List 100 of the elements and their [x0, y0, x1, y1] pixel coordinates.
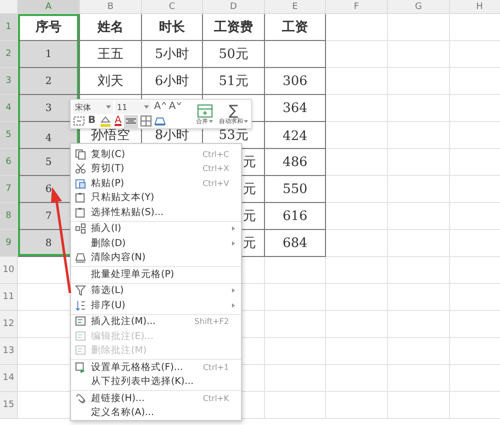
border-icon[interactable] — [140, 115, 152, 127]
table-cell — [326, 257, 388, 284]
row-header[interactable]: 3 — [0, 68, 18, 95]
merge-cells-icon — [196, 104, 212, 118]
column-header[interactable]: B — [80, 0, 142, 14]
menu-item[interactable]: 设置单元格格式(F)... Ctrl+1 — [71, 359, 241, 374]
sum-icon: ∑ — [228, 104, 238, 118]
row-header[interactable]: 13 — [0, 338, 18, 365]
row-header[interactable]: 4 — [0, 95, 18, 122]
table-cell: 616 — [265, 203, 326, 230]
fill-color-icon[interactable] — [98, 115, 112, 127]
table-cell — [388, 311, 450, 338]
table-cell — [265, 392, 326, 419]
submenu-arrow-icon — [232, 302, 235, 308]
table-cell — [388, 68, 450, 95]
comment-icon — [75, 330, 86, 342]
table-cell — [388, 338, 450, 365]
row-header[interactable]: 14 — [0, 365, 18, 392]
menu-item[interactable]: 筛选(L) — [71, 282, 241, 298]
table-cell — [388, 392, 450, 419]
table-cell — [326, 392, 388, 419]
align-button[interactable] — [124, 114, 138, 128]
submenu-arrow-icon — [232, 288, 235, 294]
table-cell: 5小时 — [142, 41, 203, 68]
caret-icon — [244, 120, 248, 123]
table-cell: 364 — [265, 95, 326, 122]
column-header[interactable]: E — [265, 0, 326, 14]
down-caret-icon — [176, 102, 181, 105]
menu-item[interactable]: 批量处理单元格(P) — [71, 266, 241, 282]
table-cell: 1 — [18, 41, 80, 68]
eraser-icon[interactable] — [154, 115, 166, 127]
table-cell: 工资费 — [203, 14, 265, 41]
table-cell — [326, 122, 388, 149]
caret-icon — [106, 105, 111, 109]
table-cell — [388, 257, 450, 284]
comment-icon — [75, 316, 86, 328]
row-header[interactable]: 9 — [0, 230, 18, 257]
clipboard-icon — [75, 178, 86, 189]
format-painter-icon[interactable] — [73, 115, 85, 127]
font-name-dropdown[interactable]: 宋体 — [73, 100, 113, 114]
table-cell — [326, 230, 388, 257]
menu-item[interactable]: 定义名称(A)... — [71, 406, 241, 420]
row-header[interactable]: 10 — [0, 257, 18, 284]
align-icon — [126, 117, 136, 125]
row-header[interactable]: 2 — [0, 41, 18, 68]
row-header[interactable]: 8 — [0, 203, 18, 230]
table-cell: 6小时 — [142, 68, 203, 95]
table-cell — [326, 338, 388, 365]
insert-cells-icon — [75, 223, 86, 234]
table-cell — [388, 122, 450, 149]
table-cell: 486 — [265, 149, 326, 176]
column-header[interactable]: A — [18, 0, 80, 14]
column-header[interactable]: H — [450, 0, 500, 14]
column-header[interactable]: C — [142, 0, 203, 14]
table-cell — [388, 203, 450, 230]
table-cell — [265, 41, 326, 68]
filter-icon — [75, 285, 86, 296]
sort-icon — [75, 300, 86, 311]
format-cells-icon — [75, 362, 86, 373]
table-cell — [326, 365, 388, 392]
table-cell: 时长 — [142, 14, 203, 41]
table-cell — [388, 176, 450, 203]
table-cell — [265, 365, 326, 392]
table-cell — [388, 365, 450, 392]
table-cell — [388, 14, 450, 41]
row-header[interactable]: 12 — [0, 311, 18, 338]
table-cell: 2 — [18, 68, 80, 95]
column-header[interactable]: G — [388, 0, 450, 14]
table-cell: 424 — [265, 122, 326, 149]
column-header[interactable]: F — [326, 0, 388, 14]
table-cell: 684 — [265, 230, 326, 257]
table-cell — [388, 284, 450, 311]
menu-item[interactable]: 超链接(H)... Ctrl+K — [71, 390, 241, 406]
decrease-font-button[interactable]: A — [168, 102, 177, 112]
comment-icon — [75, 345, 86, 356]
menu-item[interactable]: 插入(I) — [71, 220, 241, 236]
table-cell — [388, 230, 450, 257]
table-cell: 306 — [265, 68, 326, 95]
row-header[interactable]: 11 — [0, 284, 18, 311]
menu-item[interactable]: 排序(U) — [71, 298, 241, 312]
row-header[interactable]: 5 — [0, 122, 18, 149]
row-header[interactable]: 1 — [0, 14, 18, 41]
row-header[interactable]: 15 — [0, 392, 18, 419]
row-header[interactable]: 7 — [0, 176, 18, 203]
scissors-icon — [75, 163, 86, 174]
font-size-dropdown[interactable]: 11 — [115, 100, 151, 114]
table-cell — [326, 95, 388, 122]
table-cell — [326, 176, 388, 203]
table-cell — [265, 257, 326, 284]
menu-item[interactable]: 插入批注(M)... Shift+F2 — [71, 314, 241, 329]
table-cell — [265, 284, 326, 311]
row-header[interactable]: 6 — [0, 149, 18, 176]
table-cell: 刘天 — [80, 68, 142, 95]
caret-icon — [144, 105, 149, 109]
submenu-arrow-icon — [232, 240, 235, 246]
column-header[interactable]: D — [203, 0, 265, 14]
menu-item[interactable]: 从下拉列表中选择(K)... — [71, 374, 241, 389]
increase-font-button[interactable]: A — [153, 102, 162, 112]
clipboard-icon — [75, 206, 86, 218]
table-cell — [326, 203, 388, 230]
